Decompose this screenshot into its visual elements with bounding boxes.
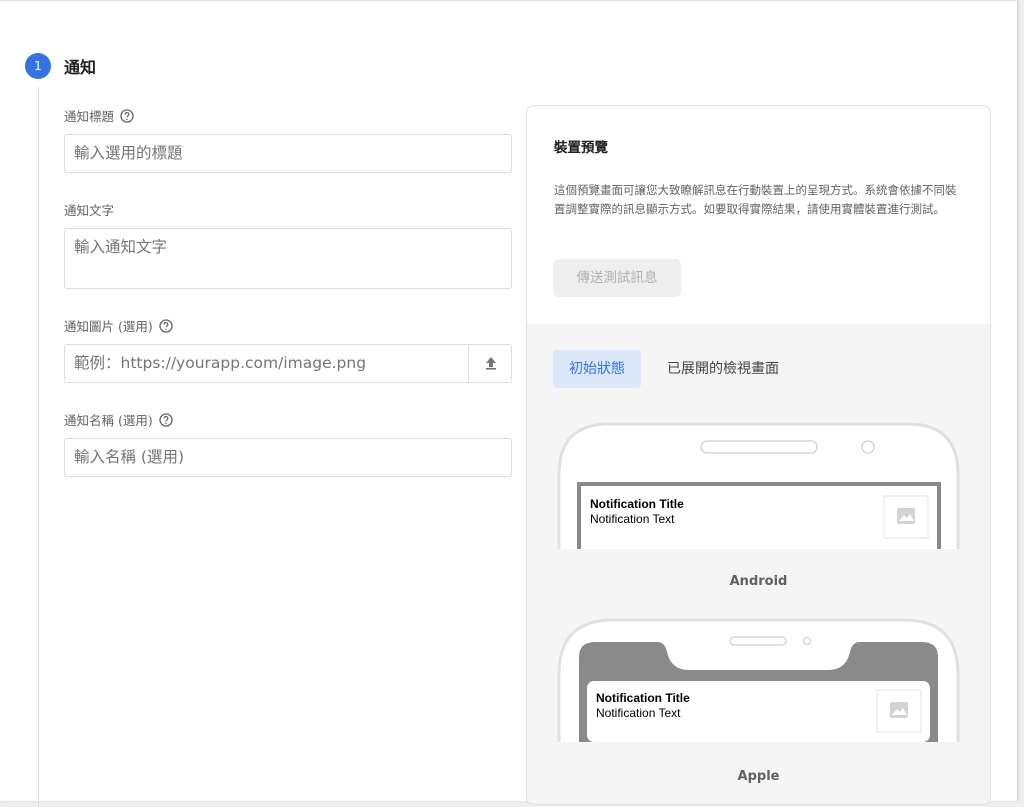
notification-title-input[interactable]: 輸入選用的標題 xyxy=(64,134,512,173)
android-notification-title: Notification Title xyxy=(590,497,684,511)
notification-form-card: 1 通知 通知標題 輸入選用的標題 通知文字 輸入通知文字 通知圖片 (選用) … xyxy=(0,0,1017,807)
help-circle-icon[interactable] xyxy=(120,108,134,123)
tab-initial-state[interactable]: 初始狀態 xyxy=(553,350,641,388)
image-placeholder-icon xyxy=(897,508,915,524)
notification-image-label: 通知圖片 (選用) xyxy=(64,316,173,335)
device-preview-title: 裝置預覽 xyxy=(554,140,608,156)
upload-image-button[interactable] xyxy=(468,344,512,382)
apple-label: Apple xyxy=(737,769,780,784)
step-number-badge: 1 xyxy=(25,53,51,79)
android-phone-mockup: Notification Title Notification Text xyxy=(557,422,960,549)
apple-phone-mockup: Notification Title Notification Text xyxy=(557,618,960,742)
notification-title-label-text: 通知標題 xyxy=(64,109,115,124)
preview-area: 初始狀態 已展開的檢視畫面 Notification Title Notific… xyxy=(527,324,990,804)
help-circle-icon[interactable] xyxy=(159,318,173,333)
android-label: Android xyxy=(729,574,788,589)
upload-icon xyxy=(485,357,496,370)
image-placeholder-icon xyxy=(890,702,908,718)
notification-name-input[interactable]: 輸入名稱 (選用) xyxy=(64,438,512,477)
notification-name-label: 通知名稱 (選用) xyxy=(64,410,173,429)
send-test-message-button[interactable]: 傳送測試訊息 xyxy=(553,259,681,297)
notification-title-label: 通知標題 xyxy=(64,106,134,125)
device-preview-panel: 裝置預覽 這個預覽畫面可讓您大致瞭解訊息在行動裝置上的呈現方式。系統會依據不同裝… xyxy=(526,105,991,805)
step-connector-line xyxy=(38,87,39,807)
step-title: 通知 xyxy=(64,58,97,77)
help-circle-icon[interactable] xyxy=(159,412,173,427)
apple-notification-title: Notification Title xyxy=(596,691,690,705)
apple-notification-text: Notification Text xyxy=(596,706,681,720)
android-notification-text: Notification Text xyxy=(590,512,675,526)
tab-expanded-view[interactable]: 已展開的檢視畫面 xyxy=(651,350,795,388)
notification-image-input[interactable]: 範例：https://yourapp.com/image.png xyxy=(64,344,512,383)
device-preview-description: 這個預覽畫面可讓您大致瞭解訊息在行動裝置上的呈現方式。系統會依據不同裝置調整實際… xyxy=(554,183,957,216)
notification-text-input[interactable]: 輸入通知文字 xyxy=(64,228,512,289)
notification-name-label-text: 通知名稱 (選用) xyxy=(64,413,153,428)
notification-image-label-text: 通知圖片 (選用) xyxy=(64,319,153,334)
notification-text-label: 通知文字 xyxy=(64,200,114,219)
notification-text-label-text: 通知文字 xyxy=(64,203,115,218)
